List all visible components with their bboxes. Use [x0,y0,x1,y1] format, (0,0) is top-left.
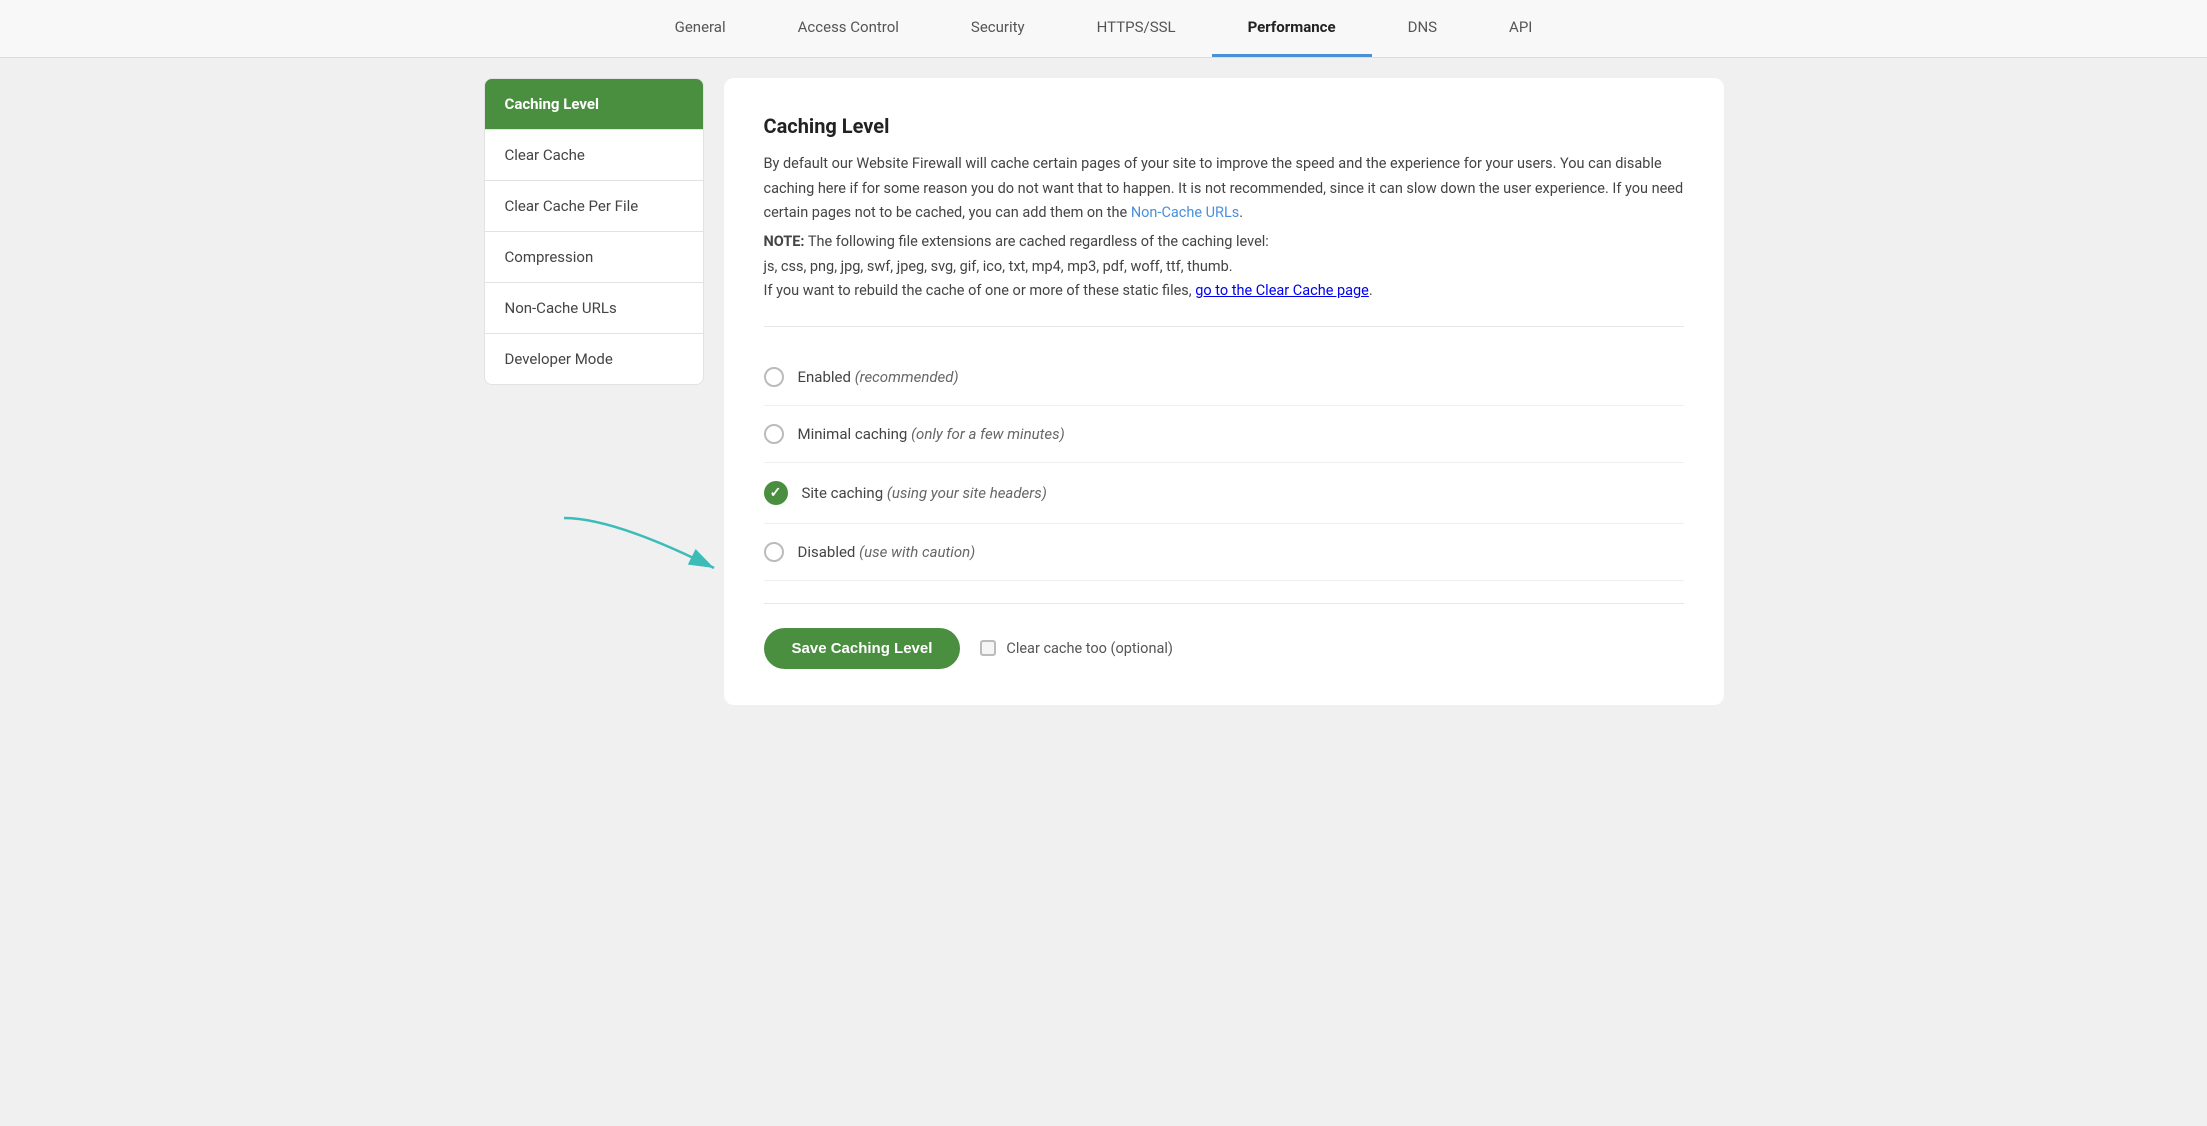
rebuild-prefix: If you want to rebuild the cache of one … [764,282,1192,299]
radio-site-note: (using your site headers) [887,484,1047,502]
radio-option-minimal[interactable]: Minimal caching (only for a few minutes) [764,406,1684,463]
sidebar-item-clear-cache[interactable]: Clear Cache [484,130,704,181]
section-title: Caching Level [764,114,1684,138]
radio-enabled-text: Enabled [798,368,851,386]
radio-minimal-text: Minimal caching [798,425,908,443]
save-caching-level-button[interactable]: Save Caching Level [764,628,961,669]
tab-performance[interactable]: Performance [1212,0,1372,57]
sidebar-item-developer-mode[interactable]: Developer Mode [484,334,704,385]
divider-1 [764,326,1684,327]
non-cache-urls-link[interactable]: Non-Cache URLs [1131,204,1239,221]
description-suffix: . [1239,204,1243,221]
main-layout: Caching Level Clear Cache Clear Cache Pe… [454,58,1754,725]
radio-disabled-label: Disabled (use with caution) [798,543,976,561]
radio-enabled-circle [764,367,784,387]
sidebar-item-clear-cache-per-file[interactable]: Clear Cache Per File [484,181,704,232]
radio-option-disabled[interactable]: Disabled (use with caution) [764,524,1684,581]
tab-https-ssl[interactable]: HTTPS/SSL [1061,0,1212,57]
sidebar-item-caching-level[interactable]: Caching Level [484,78,704,130]
radio-minimal-circle [764,424,784,444]
sidebar-item-non-cache-urls[interactable]: Non-Cache URLs [484,283,704,334]
note-paragraph: NOTE: The following file extensions are … [764,230,1684,304]
tab-access-control[interactable]: Access Control [762,0,935,57]
actions-row: Save Caching Level Clear cache too (opti… [764,628,1684,669]
note-body: The following file extensions are cached… [805,233,1269,250]
radio-enabled-note: (recommended) [855,368,959,386]
radio-site-check-circle [764,481,788,505]
radio-minimal-note: (only for a few minutes) [911,425,1065,443]
top-navigation: General Access Control Security HTTPS/SS… [0,0,2207,58]
divider-2 [764,603,1684,604]
radio-disabled-text: Disabled [798,543,856,561]
note-label: NOTE: [764,233,805,250]
extensions-list: js, css, png, jpg, swf, jpeg, svg, gif, … [764,258,1233,275]
description-paragraph: By default our Website Firewall will cac… [764,152,1684,226]
tab-dns[interactable]: DNS [1372,0,1473,57]
content-panel: Caching Level By default our Website Fir… [724,78,1724,705]
radio-site-label: Site caching (using your site headers) [802,484,1047,502]
clear-cache-checkbox[interactable] [980,640,996,656]
radio-site-text: Site caching [802,484,884,502]
radio-option-site-caching[interactable]: Site caching (using your site headers) [764,463,1684,524]
tab-api[interactable]: API [1473,0,1568,57]
radio-disabled-circle [764,542,784,562]
tab-security[interactable]: Security [935,0,1061,57]
radio-disabled-note: (use with caution) [859,543,975,561]
tab-general[interactable]: General [639,0,762,57]
sidebar: Caching Level Clear Cache Clear Cache Pe… [484,78,704,705]
rebuild-suffix: . [1369,282,1373,299]
radio-option-enabled[interactable]: Enabled (recommended) [764,349,1684,406]
sidebar-item-compression[interactable]: Compression [484,232,704,283]
radio-enabled-label: Enabled (recommended) [798,368,959,386]
clear-cache-page-link[interactable]: go to the Clear Cache page [1195,282,1369,299]
clear-cache-checkbox-label[interactable]: Clear cache too (optional) [980,640,1173,657]
radio-minimal-label: Minimal caching (only for a few minutes) [798,425,1065,443]
clear-cache-checkbox-text: Clear cache too (optional) [1006,640,1173,657]
